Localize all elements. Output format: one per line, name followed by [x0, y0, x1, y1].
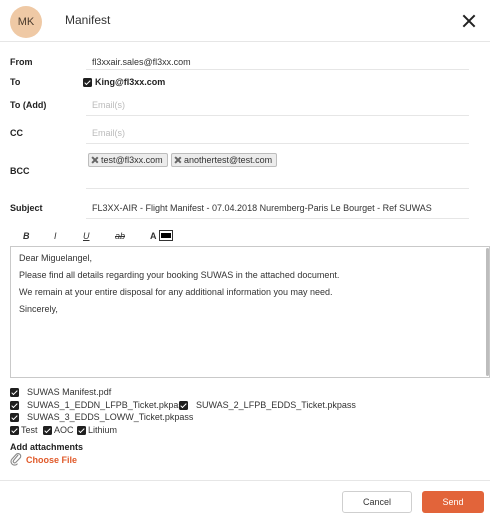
option-checkbox[interactable]: [10, 425, 19, 435]
dialog-title: Manifest: [65, 13, 111, 27]
option-label: Lithium: [88, 425, 118, 435]
attachment-item[interactable]: SUWAS_1_EDDN_LFPB_Ticket.pkpass: [10, 400, 187, 410]
body-line: We remain at your entire disposal for an…: [19, 287, 333, 297]
avatar: MK: [10, 6, 42, 38]
add-attachments-label: Add attachments: [10, 442, 84, 452]
cc-label: CC: [10, 128, 23, 138]
to-recipient-label: King@fl3xx.com: [95, 77, 166, 87]
attachment-checkbox[interactable]: [10, 412, 19, 422]
to-label: To: [10, 77, 21, 87]
attachment-label: SUWAS_3_EDDS_LOWW_Ticket.pkpass: [27, 412, 194, 422]
attachment-checkbox[interactable]: [179, 400, 188, 410]
font-color-button[interactable]: A: [150, 231, 157, 241]
font-color-swatch[interactable]: [159, 230, 173, 241]
paperclip-icon: [10, 453, 22, 466]
subject-divider: [86, 218, 469, 219]
option-aoc[interactable]: AOC: [43, 425, 74, 435]
to-add-divider: [86, 115, 469, 116]
strikethrough-button[interactable]: ab: [115, 231, 125, 241]
bcc-chip[interactable]: anothertest@test.com: [171, 153, 278, 167]
bcc-label: BCC: [10, 166, 30, 176]
body-line: Dear Miguelangel,: [19, 253, 93, 263]
option-label: Test: [21, 425, 38, 435]
attachment-item[interactable]: SUWAS Manifest.pdf: [10, 387, 111, 397]
footer-divider: [0, 480, 490, 481]
close-icon[interactable]: [460, 12, 478, 30]
attachment-item[interactable]: SUWAS_2_LFPB_EDDS_Ticket.pkpass: [179, 400, 356, 410]
choose-file-button[interactable]: Choose File: [26, 455, 77, 465]
option-checkbox[interactable]: [77, 425, 86, 435]
cc-divider: [86, 143, 469, 144]
bcc-divider: [86, 188, 469, 189]
cc-input[interactable]: Email(s): [92, 128, 125, 138]
attachment-checkbox[interactable]: [10, 400, 19, 410]
attachment-label: SUWAS_2_LFPB_EDDS_Ticket.pkpass: [196, 400, 356, 410]
body-line: Sincerely,: [19, 304, 58, 314]
send-button[interactable]: Send: [422, 491, 484, 513]
from-divider: [86, 69, 469, 70]
from-label: From: [10, 57, 33, 67]
underline-button[interactable]: U: [83, 231, 90, 241]
italic-button[interactable]: I: [54, 231, 57, 241]
option-label: AOC: [54, 425, 74, 435]
attachment-label: SUWAS Manifest.pdf: [27, 387, 112, 397]
to-recipient-checkbox[interactable]: [83, 77, 92, 87]
attachment-checkbox[interactable]: [10, 387, 19, 397]
cancel-button[interactable]: Cancel: [342, 491, 412, 513]
to-add-label: To (Add): [10, 100, 47, 110]
bcc-chip[interactable]: test@fl3xx.com: [88, 153, 168, 167]
remove-icon[interactable]: [174, 156, 182, 164]
option-checkbox[interactable]: [43, 425, 52, 435]
subject-label: Subject: [10, 203, 43, 213]
to-recipient[interactable]: King@fl3xx.com: [83, 77, 165, 87]
bcc-chip-label: anothertest@test.com: [184, 155, 273, 165]
bold-button[interactable]: B: [23, 231, 30, 241]
option-test[interactable]: Test: [10, 425, 38, 435]
to-add-input[interactable]: Email(s): [92, 100, 125, 110]
attachment-label: SUWAS_1_EDDN_LFPB_Ticket.pkpass: [27, 400, 188, 410]
editor-scrollbar[interactable]: [486, 248, 489, 376]
from-value: fl3xxair.sales@fl3xx.com: [92, 57, 191, 67]
dialog-header: MK Manifest: [0, 0, 490, 42]
remove-icon[interactable]: [91, 156, 99, 164]
subject-input[interactable]: FL3XX-AIR - Flight Manifest - 07.04.2018…: [92, 203, 432, 213]
option-lithium[interactable]: Lithium: [77, 425, 117, 435]
message-editor[interactable]: Dear Miguelangel, Please find all detail…: [10, 246, 490, 378]
attachment-item[interactable]: SUWAS_3_EDDS_LOWW_Ticket.pkpass: [10, 412, 193, 422]
bcc-chip-label: test@fl3xx.com: [101, 155, 163, 165]
body-line: Please find all details regarding your b…: [19, 270, 340, 280]
